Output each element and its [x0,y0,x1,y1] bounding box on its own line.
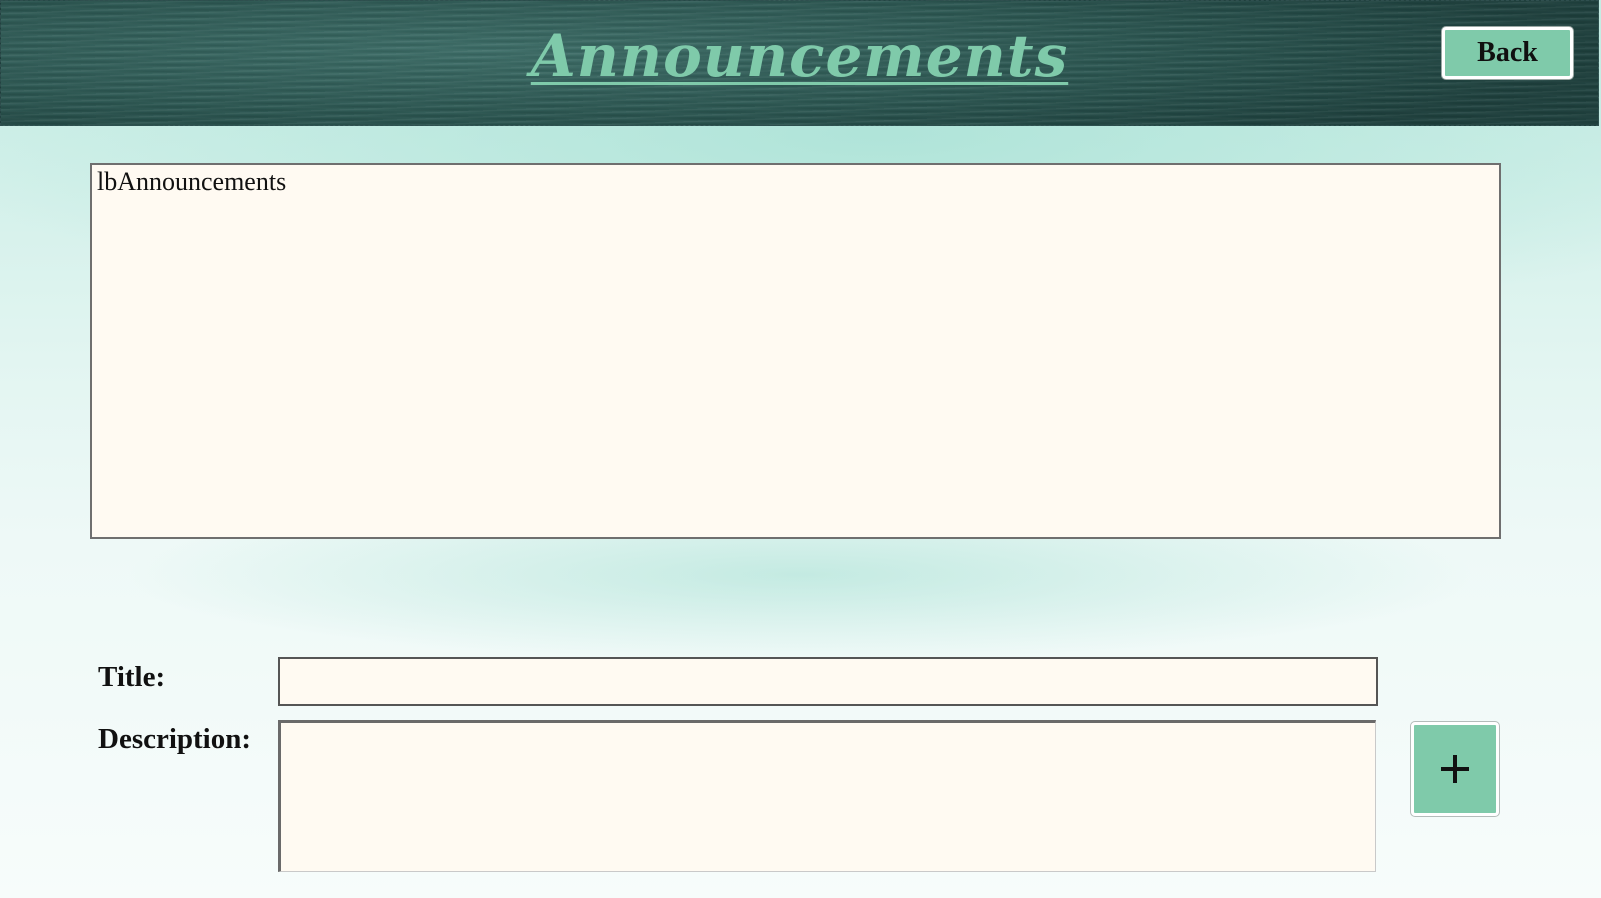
description-label: Description: [98,723,252,755]
description-input[interactable] [278,720,1376,872]
page-title: Announcements [530,22,1069,90]
header-bar: Announcements Back [0,0,1599,126]
back-button[interactable]: Back [1442,27,1573,79]
title-input[interactable] [278,657,1378,706]
title-label: Title: [98,661,166,693]
listbox-placeholder-text: lbAnnouncements [97,167,287,196]
plus-icon [1441,755,1469,783]
add-announcement-button[interactable] [1411,722,1499,816]
announcements-listbox[interactable]: lbAnnouncements [90,163,1501,539]
